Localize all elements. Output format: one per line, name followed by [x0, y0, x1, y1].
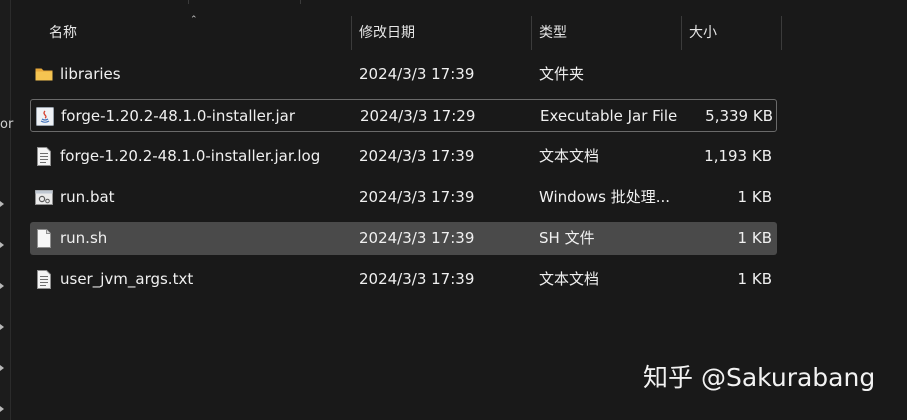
file-row-run-sh[interactable]: run.sh 2024/3/3 17:39 SH 文件 1 KB — [30, 222, 777, 255]
file-size: 1 KB — [737, 229, 772, 247]
file-date: 2024/3/3 17:29 — [360, 107, 476, 125]
toolbar-divider — [300, 0, 301, 4]
text-document-icon — [35, 147, 53, 166]
column-resize-handle[interactable] — [351, 16, 352, 50]
watermark: 知乎 @Sakurabang — [643, 363, 876, 392]
expand-arrow-icon[interactable] — [0, 201, 4, 207]
file-row-installer-jar[interactable]: forge-1.20.2-48.1.0-installer.jar 2024/3… — [30, 99, 777, 132]
file-date: 2024/3/3 17:39 — [359, 270, 475, 288]
toolbar-edge — [0, 0, 907, 4]
file-size — [680, 58, 772, 91]
column-resize-handle[interactable] — [531, 16, 532, 50]
column-resize-handle[interactable] — [681, 16, 682, 50]
file-row-installer-log[interactable]: forge-1.20.2-48.1.0-installer.jar.log 20… — [30, 140, 777, 173]
file-name: run.sh — [60, 229, 108, 247]
file-size: 1 KB — [737, 188, 772, 206]
expand-arrow-icon[interactable] — [0, 242, 4, 248]
file-size: 1,193 KB — [704, 147, 772, 165]
file-name: libraries — [60, 65, 121, 83]
file-row-run-bat[interactable]: run.bat 2024/3/3 17:39 Windows 批处理... 1 … — [30, 181, 777, 214]
navigation-pane[interactable] — [0, 0, 10, 420]
column-header-name[interactable]: 名称 — [49, 16, 77, 50]
column-header-type[interactable]: 类型 — [539, 16, 567, 50]
toolbar-divider — [188, 0, 189, 4]
java-jar-icon — [36, 107, 54, 126]
column-header: ⌃ 名称 修改日期 类型 大小 — [30, 16, 790, 50]
file-size: 1 KB — [737, 270, 772, 288]
file-type: Windows 批处理... — [539, 188, 671, 206]
expand-arrow-icon[interactable] — [0, 324, 4, 330]
file-date: 2024/3/3 17:39 — [359, 65, 475, 83]
expand-arrow-icon[interactable] — [0, 283, 4, 289]
file-date: 2024/3/3 17:39 — [359, 188, 475, 206]
expand-arrow-icon[interactable] — [0, 406, 4, 412]
text-document-icon — [35, 270, 53, 289]
sort-ascending-icon[interactable]: ⌃ — [190, 16, 200, 25]
file-name: forge-1.20.2-48.1.0-installer.jar — [61, 107, 295, 125]
blank-file-icon — [35, 229, 53, 248]
file-size: 5,339 KB — [705, 107, 773, 125]
file-date: 2024/3/3 17:39 — [359, 147, 475, 165]
navigation-item-label[interactable]: or — [0, 117, 13, 133]
column-header-size[interactable]: 大小 — [689, 16, 717, 50]
file-type: 文本文档 — [539, 270, 600, 288]
file-row-user-jvm-args[interactable]: user_jvm_args.txt 2024/3/3 17:39 文本文档 1 … — [30, 263, 777, 296]
file-date: 2024/3/3 17:39 — [359, 229, 475, 247]
file-type: 文件夹 — [539, 65, 585, 83]
file-type: Executable Jar File — [540, 107, 678, 125]
expand-arrow-icon[interactable] — [0, 365, 4, 371]
file-row-libraries[interactable]: libraries 2024/3/3 17:39 文件夹 — [30, 58, 777, 91]
file-type: 文本文档 — [539, 147, 600, 165]
file-name: user_jvm_args.txt — [60, 270, 194, 288]
folder-icon — [35, 65, 53, 84]
column-header-date[interactable]: 修改日期 — [359, 16, 415, 50]
column-resize-handle[interactable] — [781, 16, 782, 50]
file-explorer-window: or ⌃ 名称 修改日期 类型 大小 libraries 2024/3/3 17… — [0, 0, 907, 420]
file-type: SH 文件 — [539, 229, 595, 247]
batch-file-icon — [35, 188, 53, 207]
navigation-pane-divider[interactable] — [10, 0, 11, 420]
file-name: forge-1.20.2-48.1.0-installer.jar.log — [60, 147, 321, 165]
file-name: run.bat — [60, 188, 115, 206]
